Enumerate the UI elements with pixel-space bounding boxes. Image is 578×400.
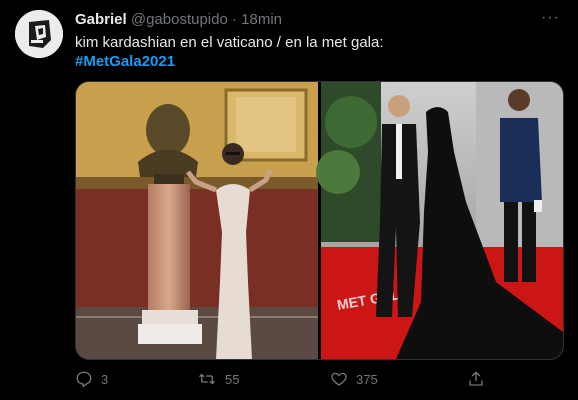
media-images: MET GALA — [76, 82, 563, 359]
tweet-actions: 3 55 375 — [75, 370, 515, 390]
tweet-text: kim kardashian en el vaticano / en la me… — [75, 33, 555, 71]
media-grid: MET GALA — [75, 81, 564, 360]
heart-icon — [331, 372, 347, 386]
hashtag-link[interactable]: #MetGala2021 — [75, 52, 555, 71]
reply-button[interactable]: 3 — [75, 370, 108, 388]
handle[interactable]: @gabostupido — [131, 11, 228, 28]
reply-icon — [76, 371, 92, 388]
tweet-header: Gabriel @gabostupido · 18min — [75, 11, 282, 29]
vatican-photo[interactable] — [76, 82, 318, 359]
reply-count: 3 — [101, 371, 109, 387]
tweet-body: kim kardashian en el vaticano / en la me… — [75, 34, 384, 51]
met-gala-photo[interactable]: MET GALA — [316, 82, 563, 359]
retweet-button[interactable]: 55 — [197, 370, 239, 388]
display-name[interactable]: Gabriel — [75, 11, 127, 28]
retweet-icon — [199, 373, 215, 385]
avatar-image — [15, 10, 63, 58]
share-icon — [469, 371, 483, 386]
separator: · — [232, 11, 237, 28]
like-count: 375 — [356, 371, 378, 387]
share-button[interactable] — [467, 370, 485, 388]
retweet-count: 55 — [225, 371, 240, 387]
more-options-icon[interactable]: ··· — [541, 9, 560, 27]
avatar[interactable] — [15, 10, 63, 58]
like-button[interactable]: 375 — [330, 370, 378, 388]
timestamp[interactable]: 18min — [241, 11, 282, 28]
